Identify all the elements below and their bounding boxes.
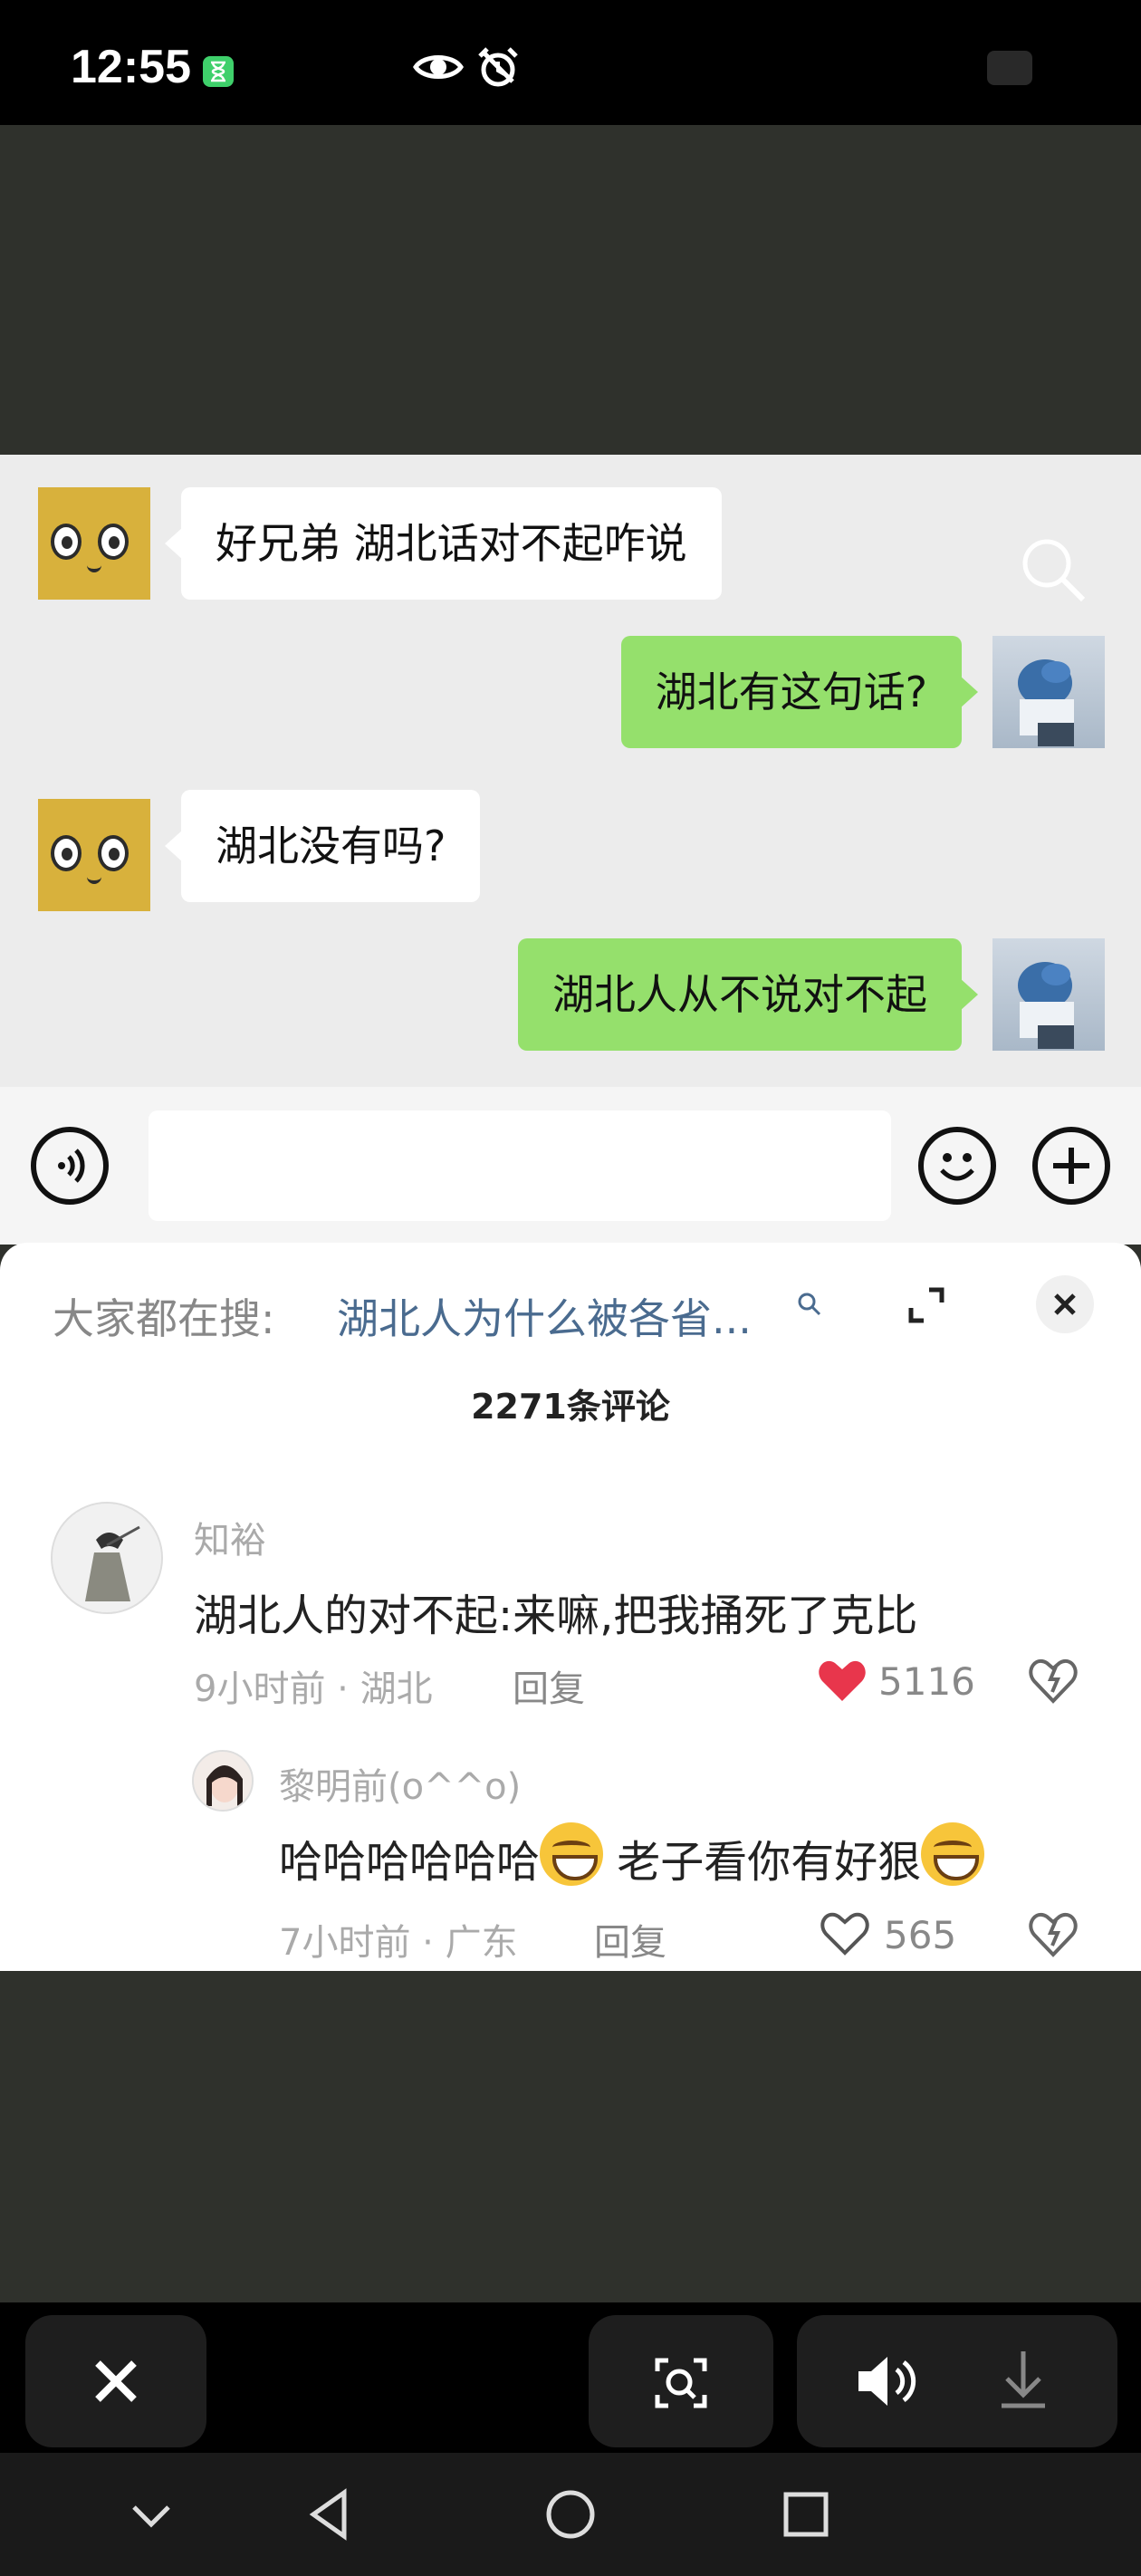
video-frame[interactable]: 好兄弟 湖北话对不起咋说 湖北有这句话? 湖北没有吗? 湖北人从不说对不起 (0, 455, 1141, 1245)
avatar-face-icon (38, 799, 150, 911)
battery-icon (987, 51, 1032, 85)
grin-emoji-icon (921, 1822, 985, 1886)
eye-icon (413, 49, 464, 89)
volume-icon[interactable] (855, 2353, 918, 2413)
search-hint-label: 大家都在搜: (53, 1294, 275, 1343)
chat-input-field (149, 1110, 891, 1221)
video-search-icon[interactable] (1020, 536, 1088, 609)
heart-outline-icon[interactable] (819, 1909, 871, 1960)
comment-meta: 7小时前 · 广东 (279, 1922, 518, 1964)
avatar-dino-icon (992, 938, 1105, 1051)
reply-button[interactable]: 回复 (513, 1659, 585, 1712)
scan-button[interactable] (589, 2315, 773, 2447)
system-nav-bar (0, 2453, 1141, 2576)
dislike-icon[interactable] (1027, 1908, 1079, 1964)
chat-bubble-right: 湖北有这句话? (620, 636, 979, 748)
emoji-smile-icon (918, 1127, 996, 1205)
avatar[interactable] (51, 1502, 163, 1614)
comment-text: 湖北人的对不起:来嘛,把我捅死了克比 (194, 1591, 918, 1641)
heart-filled-icon[interactable] (817, 1658, 868, 1706)
expand-icon[interactable] (898, 1277, 954, 1333)
avatar[interactable] (192, 1750, 254, 1812)
home-icon[interactable] (542, 2485, 599, 2547)
avatar-face-icon (38, 487, 150, 600)
back-icon[interactable] (304, 2487, 359, 2545)
chat-input-bar (0, 1087, 1141, 1245)
comment-text-part2: 老子看你有好狠 (603, 1837, 922, 1888)
alarm-icon (476, 45, 520, 92)
floating-controls-bar (0, 2302, 1141, 2453)
download-icon[interactable] (998, 2348, 1049, 2415)
close-floating-button[interactable] (25, 2315, 206, 2447)
hourglass-icon (203, 56, 234, 87)
comment-text-part1: 哈哈哈哈哈哈 (279, 1837, 541, 1888)
close-button[interactable] (1036, 1275, 1094, 1333)
media-controls (797, 2315, 1117, 2447)
voice-icon (31, 1127, 109, 1205)
comments-sheet: 大家都在搜: 湖北人为什么被各省... 2271条评论 知裕 湖北人的对不起:来… (0, 1243, 1141, 1971)
comment-author[interactable]: 知裕 (194, 1511, 266, 1563)
search-icon[interactable] (797, 1292, 822, 1321)
comment-author[interactable]: 黎明前(o^^o) (279, 1757, 521, 1810)
chat-bubble-right: 湖北人从不说对不起 (518, 938, 978, 1051)
comment-count: 2271条评论 (471, 1387, 670, 1427)
comment-meta: 9小时前 · 湖北 (194, 1668, 433, 1710)
recents-icon[interactable] (781, 2489, 831, 2543)
chat-bubble-left: 好兄弟 湖北话对不起咋说 (165, 487, 722, 600)
avatar-dino-icon (992, 636, 1105, 748)
chat-bubble-left: 湖北没有吗? (164, 790, 481, 902)
chevron-down-icon[interactable] (127, 2491, 176, 2543)
plus-icon (1032, 1127, 1110, 1205)
search-hint-link[interactable]: 湖北人为什么被各省... (337, 1286, 752, 1346)
reply-button[interactable]: 回复 (594, 1913, 666, 1966)
status-time: 12:55 (71, 41, 191, 93)
grin-emoji-icon (540, 1822, 604, 1886)
like-count: 5116 (878, 1659, 975, 1704)
comment-text: 哈哈哈哈哈哈 老子看你有好狠 (279, 1822, 985, 1889)
status-bar: 12:55 (0, 0, 1141, 125)
like-count: 565 (884, 1913, 957, 1957)
dislike-icon[interactable] (1027, 1654, 1079, 1710)
